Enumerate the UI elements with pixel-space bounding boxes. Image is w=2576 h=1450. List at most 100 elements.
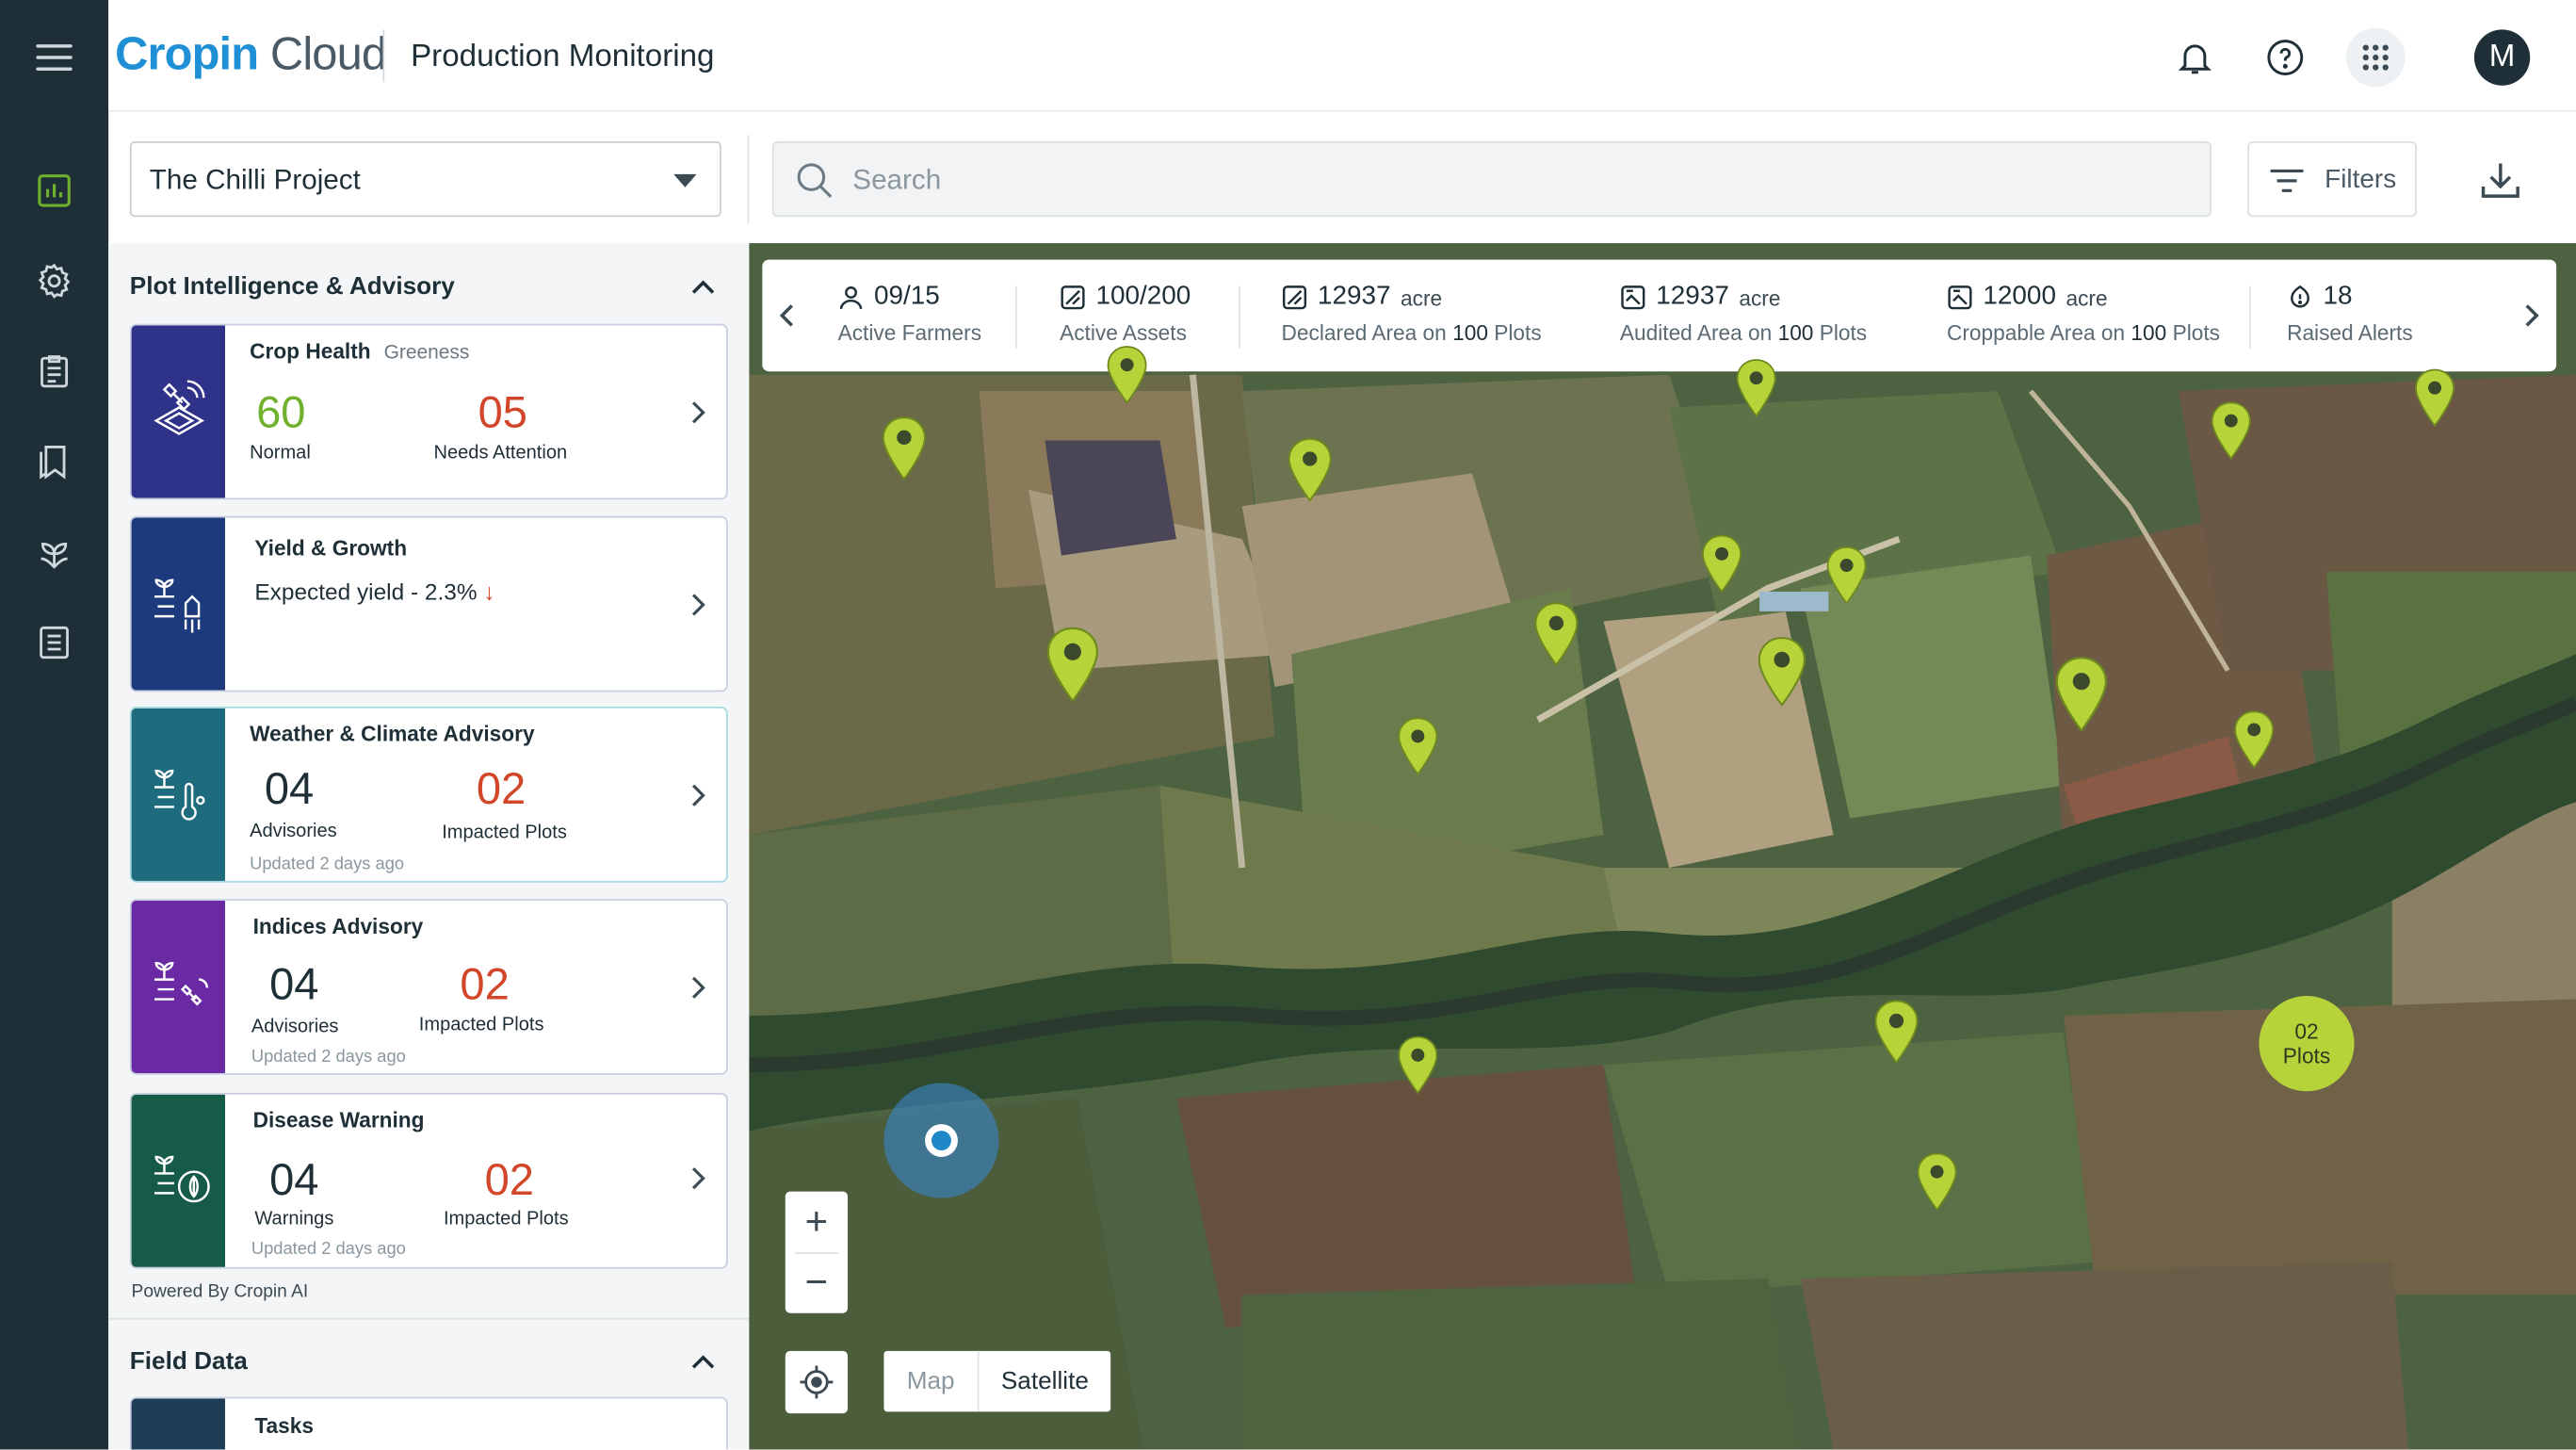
updated-time: Updated 2 days ago: [251, 1239, 406, 1260]
zoom-out-button[interactable]: −: [786, 1252, 848, 1313]
disease-leaf-icon: [154, 1155, 210, 1203]
updated-time: Updated 2 days ago: [251, 1047, 406, 1067]
plot-pin-icon[interactable]: [1872, 1000, 1920, 1065]
card-title: Yield & Growth: [254, 535, 408, 561]
croppable-area-icon: [1948, 285, 1972, 310]
weather-thermometer-icon: [154, 769, 205, 821]
zoom-controls: + −: [785, 1191, 849, 1313]
help-icon[interactable]: [2260, 33, 2309, 82]
asset-icon: [1061, 285, 1085, 310]
yield-percent: 2.3%: [424, 578, 478, 605]
plot-pin-icon[interactable]: [1916, 1152, 1958, 1212]
satellite-imagery: [749, 243, 2576, 1450]
impacted-plots-count: 02: [476, 764, 527, 814]
card-band: [131, 517, 225, 691]
plot-pin-icon[interactable]: [1825, 546, 1868, 605]
advisories-label: Advisories: [250, 822, 337, 842]
advisories-label: Advisories: [251, 1017, 339, 1037]
stat-audited-area: 12937 acre Audited Area on 100 Plots: [1619, 283, 1868, 346]
section-title-plot-intelligence: Plot Intelligence & Advisory: [129, 272, 455, 301]
settings-icon[interactable]: [35, 261, 74, 301]
chevron-up-icon[interactable]: [691, 1354, 715, 1370]
plot-pin-icon[interactable]: [2413, 368, 2455, 428]
plot-pin-icon[interactable]: [2233, 710, 2276, 770]
apps-grid-icon[interactable]: [2345, 27, 2406, 88]
plot-pin-icon[interactable]: [2210, 401, 2252, 461]
plot-pin-icon[interactable]: [1286, 438, 1333, 503]
nav-rail: [0, 0, 109, 1450]
dashboard-icon[interactable]: [35, 171, 74, 210]
card-band: [131, 708, 225, 881]
needs-attention-count: 05: [478, 387, 528, 437]
stat-active-assets: 100/200 Active Assets: [1060, 283, 1191, 346]
chevron-right-icon[interactable]: [2523, 302, 2539, 329]
plot-pin-icon[interactable]: [1106, 345, 1148, 404]
map-type-map-button[interactable]: Map: [883, 1350, 980, 1412]
plot-pin-icon[interactable]: [1397, 717, 1439, 776]
warnings-label: Warnings: [254, 1209, 334, 1230]
zoom-in-button[interactable]: +: [786, 1192, 848, 1253]
menu-icon[interactable]: [36, 44, 73, 73]
chevron-right-icon: [691, 594, 705, 616]
chevron-right-icon: [691, 401, 705, 424]
yield-plant-icon: [154, 578, 201, 633]
plot-pin-icon[interactable]: [1735, 358, 1777, 417]
card-weather-advisory[interactable]: Weather & Climate Advisory 04 Advisories…: [129, 707, 728, 883]
app-root: Cropin Cloud Production Monitoring M The…: [0, 0, 2576, 1450]
search-box[interactable]: [771, 141, 2211, 218]
user-avatar[interactable]: M: [2473, 29, 2531, 86]
plot-pin-icon[interactable]: [1700, 534, 1742, 594]
satellite-plant-icon: [154, 961, 209, 1006]
card-tasks[interactable]: Tasks: [129, 1396, 728, 1450]
chevron-down-icon: [673, 173, 697, 187]
project-select[interactable]: The Chilli Project: [129, 141, 721, 218]
plot-cluster-marker[interactable]: 02 Plots: [2259, 996, 2355, 1092]
card-indices-advisory[interactable]: Indices Advisory 04 Advisories 02 Impact…: [129, 899, 728, 1075]
plot-pin-icon[interactable]: [1397, 1035, 1439, 1095]
notification-bell-icon[interactable]: [2170, 33, 2219, 82]
card-band: [131, 1398, 225, 1450]
plot-pin-icon[interactable]: [1532, 602, 1580, 667]
download-icon[interactable]: [2477, 157, 2523, 204]
top-header: Cropin Cloud Production Monitoring M: [108, 0, 2576, 112]
stat-croppable-area: 12000 acre Croppable Area on 100 Plots: [1946, 283, 2220, 346]
warnings-count: 04: [269, 1155, 319, 1205]
chevron-up-icon[interactable]: [691, 280, 715, 296]
audited-area-icon: [1621, 285, 1645, 310]
cropin-logo[interactable]: Cropin Cloud: [115, 28, 387, 81]
stat-active-farmers: 09/15 Active Farmers: [837, 283, 982, 346]
card-crop-health[interactable]: Crop Health Greeness 60 Normal 05 Needs A…: [129, 323, 728, 500]
plot-pin-icon[interactable]: [2054, 656, 2110, 733]
crosshair-icon: [800, 1365, 834, 1399]
impacted-plots-label: Impacted Plots: [443, 1209, 569, 1230]
locate-me-button[interactable]: [785, 1350, 849, 1414]
search-input[interactable]: [852, 159, 2134, 203]
chevron-left-icon[interactable]: [779, 302, 795, 329]
list-icon[interactable]: [35, 623, 74, 662]
panel-divider: [108, 1317, 750, 1320]
map-view[interactable]: 09/15 Active Farmers 100/200 Active Asse…: [749, 243, 2576, 1450]
filters-button[interactable]: Filters: [2247, 141, 2417, 218]
chevron-right-icon: [691, 976, 705, 999]
alert-icon: [2291, 285, 2309, 308]
card-title: Weather & Climate Advisory: [250, 721, 535, 746]
stats-bar: 09/15 Active Farmers 100/200 Active Asse…: [762, 259, 2557, 372]
plant-icon[interactable]: [35, 532, 74, 572]
clipboard-icon[interactable]: [35, 351, 74, 391]
satellite-field-icon: [154, 380, 205, 435]
plot-pin-icon[interactable]: [1045, 627, 1101, 704]
card-disease-warning[interactable]: Disease Warning 04 Warnings 02 Impacted …: [129, 1092, 728, 1269]
plot-pin-icon[interactable]: [1757, 636, 1807, 707]
search-icon: [797, 163, 833, 198]
toolbar-divider: [747, 135, 750, 224]
plot-pin-icon[interactable]: [880, 416, 927, 481]
map-type-satellite-button[interactable]: Satellite: [980, 1351, 1111, 1412]
header-divider: [382, 29, 385, 83]
card-title: Indices Advisory: [252, 913, 424, 938]
my-location-marker: [883, 1083, 999, 1198]
card-title: Crop Health Greeness: [250, 338, 470, 364]
card-yield-growth[interactable]: Yield & Growth Expected yield - 2.3% ↓: [129, 515, 728, 692]
stat-raised-alerts: 18 Raised Alerts: [2287, 283, 2413, 346]
impacted-plots-label: Impacted Plots: [442, 823, 567, 843]
bookmarks-icon[interactable]: [35, 442, 74, 481]
